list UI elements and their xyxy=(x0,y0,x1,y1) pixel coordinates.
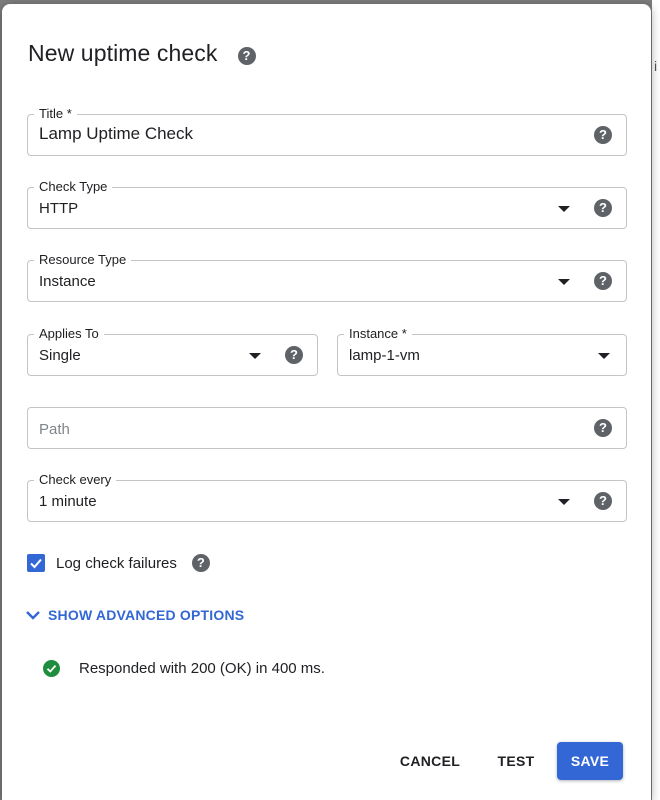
check-every-value: 1 minute xyxy=(39,493,97,510)
dropdown-arrow-icon[interactable] xyxy=(598,353,610,359)
background-page: i xyxy=(652,0,660,800)
path-placeholder: Path xyxy=(39,421,70,438)
new-uptime-check-dialog: New uptime check ? Title * Lamp Uptime C… xyxy=(2,4,651,800)
dropdown-arrow-icon[interactable] xyxy=(249,353,261,359)
log-check-failures-label[interactable]: Log check failures xyxy=(56,555,177,572)
applies-to-select[interactable]: Applies To Single ? xyxy=(27,326,318,376)
resource-type-label: Resource Type xyxy=(34,252,132,268)
check-every-label: Check every xyxy=(34,472,117,488)
help-icon[interactable]: ? xyxy=(594,492,612,510)
check-type-label: Check Type xyxy=(34,179,113,195)
dropdown-arrow-icon[interactable] xyxy=(558,499,570,505)
status-message: Responded with 200 (OK) in 400 ms. xyxy=(79,660,325,677)
save-button[interactable]: SAVE xyxy=(557,742,623,780)
dialog-title: New uptime check xyxy=(28,40,218,66)
chevron-down-icon xyxy=(26,611,40,620)
check-every-select[interactable]: Check every 1 minute ? xyxy=(27,472,627,522)
show-advanced-options-toggle[interactable]: SHOW ADVANCED OPTIONS xyxy=(24,606,244,624)
checkmark-icon xyxy=(46,665,57,673)
resource-type-value: Instance xyxy=(39,273,96,290)
title-field[interactable]: Title * Lamp Uptime Check ? xyxy=(27,106,627,156)
dialog-header: New uptime check ? xyxy=(28,40,256,67)
path-input[interactable]: Path ? xyxy=(27,407,627,449)
log-check-failures-checkbox[interactable] xyxy=(27,554,45,572)
dropdown-arrow-icon[interactable] xyxy=(558,206,570,212)
help-icon[interactable]: ? xyxy=(594,272,612,290)
help-icon[interactable]: ? xyxy=(594,199,612,217)
resource-type-select[interactable]: Resource Type Instance ? xyxy=(27,252,627,302)
background-text-fragment: i xyxy=(654,58,658,74)
applies-to-value: Single xyxy=(39,347,81,364)
help-icon[interactable]: ? xyxy=(237,46,256,65)
help-icon[interactable]: ? xyxy=(594,126,612,144)
check-type-value: HTTP xyxy=(39,200,79,217)
checkmark-icon xyxy=(30,558,42,569)
show-advanced-options-label: SHOW ADVANCED OPTIONS xyxy=(48,607,245,623)
help-icon[interactable]: ? xyxy=(285,346,303,364)
test-result-status: Responded with 200 (OK) in 400 ms. xyxy=(43,660,325,677)
help-icon[interactable]: ? xyxy=(594,419,612,437)
instance-label: Instance * xyxy=(344,326,412,342)
log-check-failures-row: Log check failures ? xyxy=(27,554,210,572)
title-field-label: Title * xyxy=(34,106,77,122)
title-input-value[interactable]: Lamp Uptime Check xyxy=(39,124,193,144)
check-type-select[interactable]: Check Type HTTP ? xyxy=(27,179,627,229)
instance-select[interactable]: Instance * lamp-1-vm xyxy=(337,326,627,376)
applies-to-label: Applies To xyxy=(34,326,104,342)
instance-value: lamp-1-vm xyxy=(349,347,420,364)
help-icon[interactable]: ? xyxy=(191,554,210,572)
test-button[interactable]: TEST xyxy=(487,742,545,780)
cancel-button[interactable]: CANCEL xyxy=(392,742,468,780)
check-circle-icon xyxy=(43,660,60,677)
dropdown-arrow-icon[interactable] xyxy=(558,279,570,285)
